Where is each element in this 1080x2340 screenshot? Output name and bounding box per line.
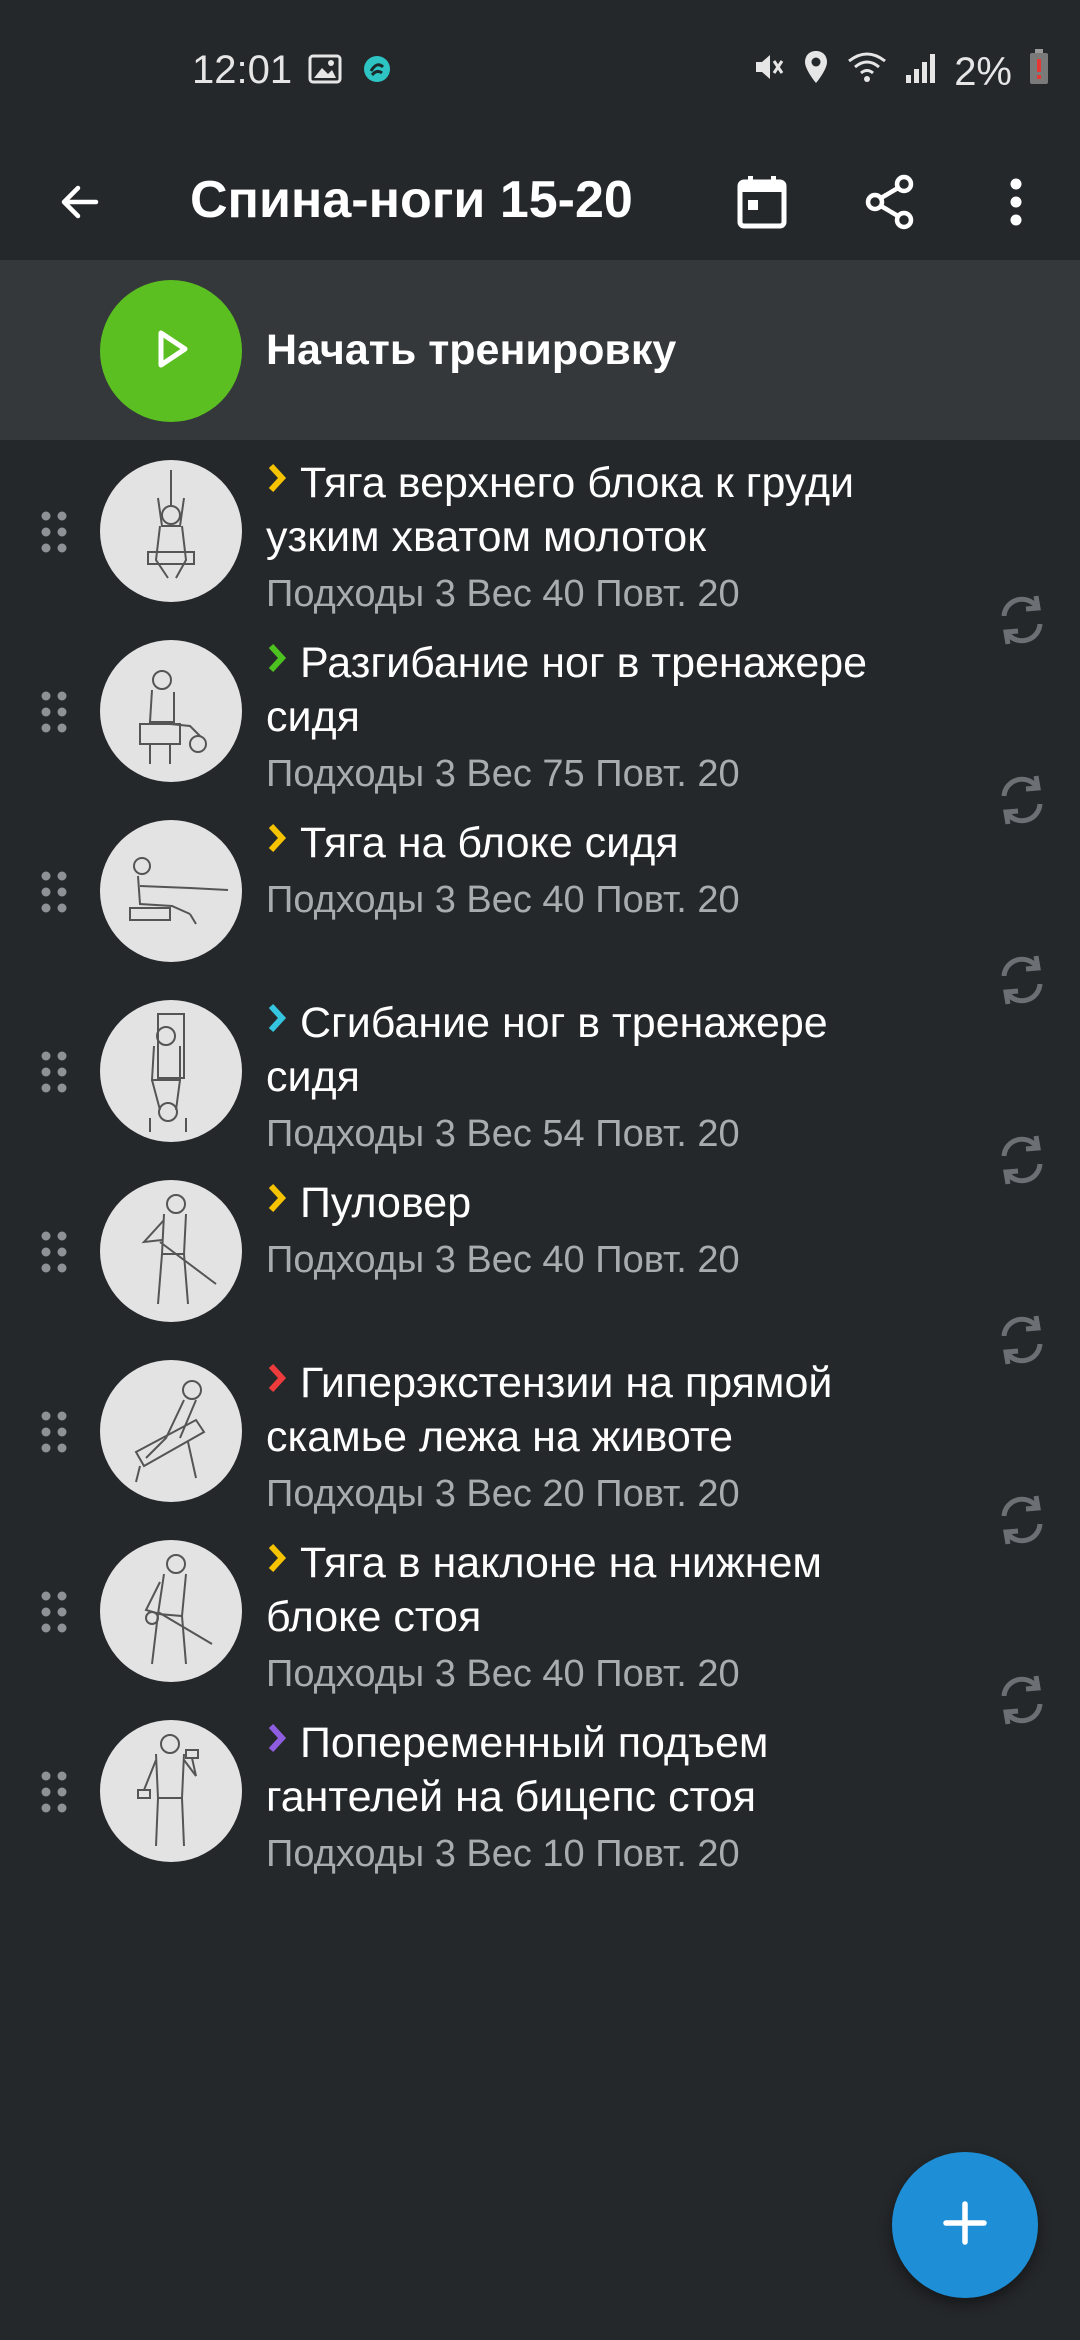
exercise-name: Тяга на блоке сидя — [300, 819, 679, 867]
exercise-image — [100, 1720, 242, 1862]
start-workout-label: Начать тренировку — [266, 326, 677, 374]
chevron-right-icon — [266, 632, 288, 673]
replace-exercise-icon[interactable] — [992, 590, 1052, 650]
page-title: Спина-ноги 15-20 — [190, 171, 633, 229]
plus-icon — [940, 2198, 990, 2253]
exercise-name: Сгибание ног в тренажере — [300, 999, 828, 1047]
location-icon — [802, 49, 830, 95]
exercise-name-cont: сидя — [266, 693, 360, 741]
exercise-image — [100, 820, 242, 962]
app-notification-icon — [362, 54, 392, 89]
calendar-icon — [736, 174, 788, 235]
exercise-name-cont: гантелей на бицепс стоя — [266, 1773, 757, 1821]
drag-handle-icon[interactable] — [38, 1228, 70, 1276]
chevron-right-icon — [266, 992, 288, 1033]
exercise-name: Тяга в наклоне на нижнем — [300, 1539, 822, 1587]
exercise-meta: Подходы 3 Вес 40 Повт. 20 — [266, 573, 740, 615]
exercise-image — [100, 1000, 242, 1142]
more-vert-icon — [1006, 174, 1026, 235]
add-exercise-button[interactable] — [892, 2152, 1038, 2298]
back-arrow-icon — [56, 178, 104, 231]
exercise-meta: Подходы 3 Вес 54 Повт. 20 — [266, 1113, 740, 1155]
replace-exercise-icon[interactable] — [992, 1130, 1052, 1190]
status-bar: 12:01 2% — [0, 0, 1080, 150]
exercise-image — [100, 1540, 242, 1682]
drag-handle-icon[interactable] — [38, 1408, 70, 1456]
drag-handle-icon[interactable] — [38, 688, 70, 736]
chevron-right-icon — [266, 1712, 288, 1753]
drag-handle-icon[interactable] — [38, 1768, 70, 1816]
replace-exercise-icon[interactable] — [992, 1310, 1052, 1370]
drag-handle-icon[interactable] — [38, 1588, 70, 1636]
exercise-image — [100, 1180, 242, 1322]
replace-exercise-icon[interactable] — [992, 1670, 1052, 1730]
exercise-name: Попеременный подъем — [300, 1719, 769, 1767]
exercise-meta: Подходы 3 Вес 10 Повт. 20 — [266, 1833, 740, 1875]
back-button[interactable] — [40, 164, 120, 244]
exercise-image — [100, 640, 242, 782]
mute-icon — [750, 49, 786, 95]
exercise-meta: Подходы 3 Вес 40 Повт. 20 — [266, 1239, 740, 1281]
share-button[interactable] — [850, 164, 930, 244]
replace-exercise-icon[interactable] — [992, 950, 1052, 1010]
exercise-name-cont: сидя — [266, 1053, 360, 1101]
exercise-meta: Подходы 3 Вес 40 Повт. 20 — [266, 879, 740, 921]
app-bar: Спина-ноги 15-20 — [0, 150, 1080, 260]
more-options-button[interactable] — [976, 164, 1056, 244]
signal-icon — [904, 50, 938, 95]
status-time: 12:01 — [192, 48, 293, 92]
battery-text: 2% — [954, 49, 1012, 94]
exercise-name-cont: узким хватом молоток — [266, 513, 707, 561]
exercise-meta: Подходы 3 Вес 75 Повт. 20 — [266, 753, 740, 795]
drag-handle-icon[interactable] — [38, 508, 70, 556]
exercise-name: Пуловер — [300, 1179, 472, 1227]
exercise-image — [100, 460, 242, 602]
exercise-name: Тяга верхнего блока к груди — [300, 459, 855, 507]
start-workout-button[interactable] — [100, 280, 242, 422]
play-icon — [149, 327, 193, 376]
exercise-name: Разгибание ног в тренажере — [300, 639, 868, 687]
drag-handle-icon[interactable] — [38, 868, 70, 916]
battery-low-icon — [1028, 48, 1050, 96]
start-workout-row[interactable]: Начать тренировку — [0, 260, 1080, 440]
chevron-right-icon — [266, 1532, 288, 1573]
drag-handle-icon[interactable] — [38, 1048, 70, 1096]
exercise-meta: Подходы 3 Вес 40 Повт. 20 — [266, 1653, 740, 1695]
exercise-image — [100, 1360, 242, 1502]
exercise-name-cont: скамье лежа на животе — [266, 1413, 733, 1461]
calendar-button[interactable] — [722, 164, 802, 244]
exercise-meta: Подходы 3 Вес 20 Повт. 20 — [266, 1473, 740, 1515]
chevron-right-icon — [266, 1352, 288, 1393]
replace-exercise-icon[interactable] — [992, 1490, 1052, 1550]
chevron-right-icon — [266, 812, 288, 853]
exercise-name-cont: блоке стоя — [266, 1593, 482, 1641]
wifi-icon — [846, 49, 888, 95]
chevron-right-icon — [266, 1172, 288, 1213]
exercise-name: Гиперэкстензии на прямой — [300, 1359, 833, 1407]
replace-exercise-icon[interactable] — [992, 770, 1052, 830]
chevron-right-icon — [266, 452, 288, 493]
share-icon — [864, 174, 916, 235]
image-icon — [308, 54, 342, 89]
